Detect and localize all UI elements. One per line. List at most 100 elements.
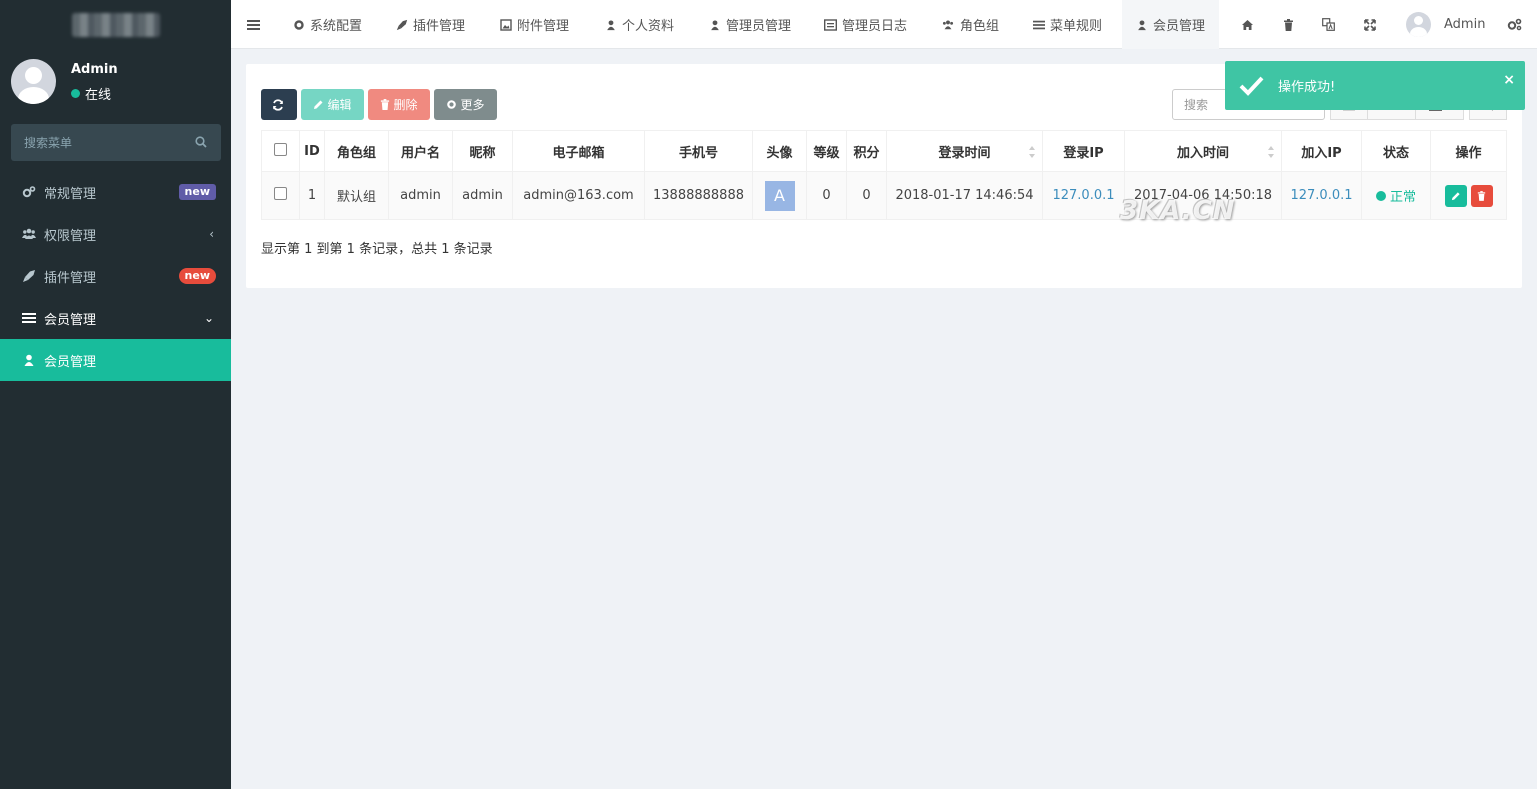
sort-icon — [1268, 146, 1274, 158]
status-badge: 正常 — [1375, 186, 1416, 205]
row-delete-button[interactable] — [1470, 184, 1493, 207]
top-navbar: 系统配置 插件管理 附件管理 个人资料 管理员管理 管理员日志 角色组 菜单规则… — [231, 0, 1537, 49]
tab-addons[interactable]: 插件管理 — [396, 0, 465, 49]
hamburger-icon — [247, 19, 260, 30]
control-sidebar-button[interactable] — [1507, 0, 1527, 49]
column-header: 昵称 — [452, 130, 513, 172]
cell-operate — [1430, 171, 1507, 220]
sidebar-item-auth[interactable]: 权限管理 ‹ — [0, 213, 231, 255]
logo-image — [71, 13, 160, 37]
pencil-icon — [1451, 191, 1460, 200]
cell-avatar: A — [752, 171, 807, 220]
cell-status: 正常 — [1361, 171, 1431, 220]
tab-menu-rules[interactable]: 菜单规则 — [1033, 0, 1102, 49]
sidebar-item-addons[interactable]: 插件管理 new — [0, 255, 231, 297]
search-icon[interactable] — [195, 136, 207, 152]
gear-icon — [294, 19, 304, 30]
select-all-checkbox[interactable] — [274, 142, 287, 156]
admin-name: Admin — [1444, 17, 1486, 32]
home-button[interactable] — [1241, 0, 1259, 49]
cell-username: admin — [388, 171, 453, 220]
status-dot-icon — [1375, 190, 1386, 201]
avatar — [11, 59, 56, 104]
gear-icon — [447, 100, 457, 109]
refresh-button[interactable] — [261, 89, 297, 120]
column-header: 登录IP — [1042, 130, 1125, 172]
chevron-down-icon: ⌄ — [203, 311, 214, 325]
toast-message: 操作成功! — [1278, 80, 1336, 95]
user-status: 在线 — [71, 84, 111, 103]
cell-group: 默认组 — [324, 171, 389, 220]
clear-cache-button[interactable] — [1283, 0, 1299, 49]
column-header: 操作 — [1430, 130, 1507, 172]
column-header: 用户名 — [388, 130, 453, 172]
sidebar: Admin 在线 常规管理 new 权限管理 ‹ 插件管理 new 会员管理 — [0, 0, 231, 789]
select-all-cell — [261, 130, 300, 172]
success-toast: 操作成功! × — [1225, 61, 1525, 110]
join-ip-link[interactable]: 127.0.0.1 — [1290, 188, 1352, 203]
user-name: Admin — [71, 62, 118, 77]
sidebar-item-label: 会员管理 — [44, 354, 97, 370]
cogs-icon — [22, 185, 36, 199]
tab-role-group[interactable]: 角色组 — [941, 0, 999, 49]
home-icon — [1242, 19, 1253, 30]
edit-button[interactable]: 编辑 — [301, 89, 364, 120]
row-select-cell — [261, 171, 300, 220]
language-icon — [1322, 18, 1335, 31]
cell-score: 0 — [846, 171, 887, 220]
more-button[interactable]: 更多 — [434, 89, 497, 120]
avatar[interactable]: A — [764, 180, 795, 211]
group-icon — [942, 19, 954, 29]
row-checkbox[interactable] — [274, 187, 287, 200]
tab-system-config[interactable]: 系统配置 — [293, 0, 362, 49]
close-icon[interactable]: × — [1503, 72, 1515, 88]
cell-email: admin@163.com — [512, 171, 645, 220]
delete-button[interactable]: 删除 — [368, 89, 430, 120]
column-header: 头像 — [752, 130, 807, 172]
refresh-icon — [272, 98, 283, 111]
column-header-sortable[interactable]: 加入时间 — [1124, 130, 1282, 172]
tab-admin-log[interactable]: 管理员日志 — [824, 0, 907, 49]
admin-user-menu[interactable]: Admin — [1406, 0, 1485, 49]
user-status-text: 在线 — [85, 88, 112, 103]
row-edit-button[interactable] — [1444, 184, 1467, 207]
online-dot-icon — [71, 89, 80, 98]
column-header: 电子邮箱 — [512, 130, 645, 172]
user-icon — [711, 19, 719, 30]
cell-login-ip: 127.0.0.1 — [1042, 171, 1125, 220]
sidebar-item-members-group[interactable]: 会员管理 ⌄ — [0, 297, 231, 339]
trash-icon — [1284, 18, 1293, 31]
sidebar-search-input[interactable] — [11, 124, 181, 161]
user-icon — [22, 353, 36, 367]
logo-area[interactable] — [0, 0, 231, 50]
sidebar-item-label: 插件管理 — [44, 270, 97, 286]
column-header: ID — [299, 130, 325, 172]
user-icon — [607, 19, 615, 30]
cell-mobile: 13888888888 — [644, 171, 753, 220]
sidebar-item-label: 会员管理 — [44, 312, 97, 328]
fullscreen-button[interactable] — [1364, 0, 1381, 49]
table-row[interactable]: 1 默认组 admin admin admin@163.com 13888888… — [261, 171, 1507, 220]
sidebar-item-general[interactable]: 常规管理 new — [0, 171, 231, 213]
user-panel: Admin 在线 — [0, 50, 231, 114]
rocket-icon — [22, 269, 36, 283]
login-ip-link[interactable]: 127.0.0.1 — [1052, 188, 1114, 203]
column-header: 积分 — [846, 130, 887, 172]
table-header-row: ID 角色组 用户名 昵称 电子邮箱 手机号 头像 等级 积分 登录时间 登录I… — [261, 130, 1507, 172]
tab-members[interactable]: 会员管理 — [1122, 0, 1220, 49]
tab-admin-manage[interactable]: 管理员管理 — [709, 0, 791, 49]
user-icon — [1138, 19, 1146, 30]
tab-attachments[interactable]: 附件管理 — [500, 0, 569, 49]
rocket-icon — [396, 19, 408, 30]
cell-login-time: 2018-01-17 14:46:54 — [886, 171, 1043, 220]
expand-icon — [1364, 18, 1376, 31]
column-header-sortable[interactable]: 登录时间 — [886, 130, 1043, 172]
tab-profile[interactable]: 个人资料 — [605, 0, 674, 49]
list-icon — [1033, 20, 1045, 29]
sidebar-item-label: 权限管理 — [44, 228, 97, 244]
pagination-info: 显示第 1 到第 1 条记录，总共 1 条记录 — [261, 242, 493, 257]
sidebar-toggle-button[interactable] — [247, 0, 266, 49]
sidebar-item-members[interactable]: 会员管理 — [0, 339, 231, 381]
language-button[interactable] — [1322, 0, 1340, 49]
cell-join-ip: 127.0.0.1 — [1281, 171, 1362, 220]
